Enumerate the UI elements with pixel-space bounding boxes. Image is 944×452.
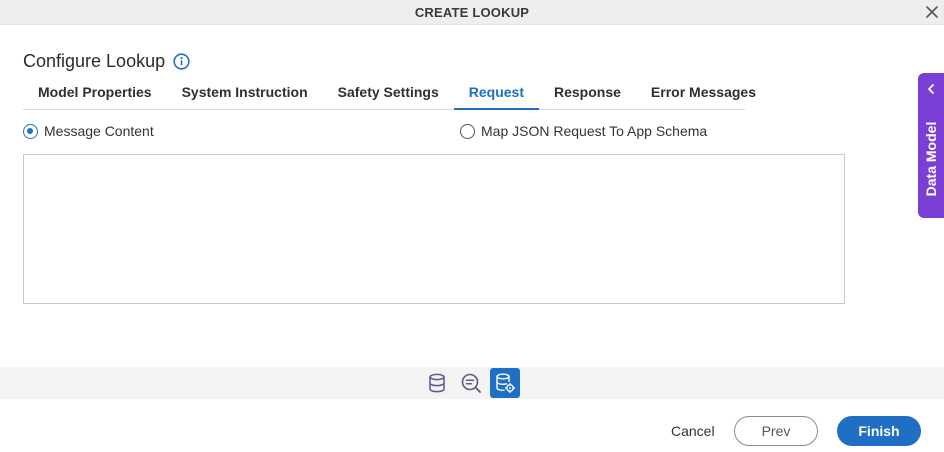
page-title: Configure Lookup	[23, 51, 166, 71]
finish-button[interactable]: Finish	[837, 416, 921, 446]
info-icon[interactable]	[173, 53, 190, 70]
database-settings-icon	[496, 373, 516, 394]
radio-map-json-request[interactable]: Map JSON Request To App Schema	[460, 123, 707, 139]
search-list-icon	[461, 373, 481, 393]
radio-message-content-circle[interactable]	[23, 123, 38, 139]
chevron-left-icon	[928, 84, 934, 94]
radio-map-json-request-label: Map JSON Request To App Schema	[481, 123, 708, 139]
radio-message-content[interactable]: Message Content	[23, 123, 154, 139]
step-icon-bar	[0, 367, 944, 399]
tab-request[interactable]: Request	[453, 74, 539, 110]
tab-safety-settings[interactable]: Safety Settings	[323, 74, 454, 110]
title-bar: CREATE LOOKUP	[0, 0, 944, 25]
message-content-input[interactable]	[23, 154, 845, 304]
database-icon	[429, 373, 445, 393]
close-button[interactable]	[924, 4, 940, 20]
tab-response[interactable]: Response	[539, 74, 636, 110]
create-lookup-dialog: CREATE LOOKUP Configure Lookup Model Pro…	[0, 0, 944, 452]
prev-button[interactable]: Prev	[734, 416, 818, 446]
radio-message-content-label: Message Content	[44, 123, 154, 139]
database-settings-button[interactable]	[490, 368, 520, 398]
database-button[interactable]	[422, 368, 452, 398]
search-list-button[interactable]	[456, 368, 486, 398]
page-heading: Configure Lookup	[23, 51, 190, 72]
tab-error-messages[interactable]: Error Messages	[636, 74, 771, 110]
close-icon	[926, 6, 938, 18]
data-model-label: Data Model	[923, 121, 939, 197]
tab-model-properties[interactable]: Model Properties	[23, 74, 167, 110]
dialog-title: CREATE LOOKUP	[414, 5, 530, 20]
tab-bar: Model Properties System Instruction Safe…	[23, 74, 756, 110]
data-model-side-tab[interactable]: Data Model	[918, 73, 944, 218]
tab-system-instruction[interactable]: System Instruction	[167, 74, 323, 110]
cancel-button[interactable]: Cancel	[671, 423, 715, 439]
radio-map-json-request-circle[interactable]	[460, 123, 475, 139]
